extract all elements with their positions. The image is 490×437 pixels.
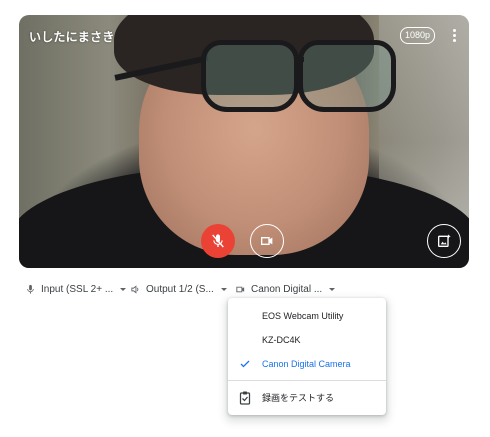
menu-item-label: EOS Webcam Utility xyxy=(262,311,344,321)
chevron-down-icon xyxy=(329,287,336,291)
menu-item-canon-digital-camera[interactable]: Canon Digital Camera xyxy=(228,352,386,376)
menu-item-eos-webcam-utility[interactable]: EOS Webcam Utility xyxy=(228,304,386,328)
resolution-badge: 1080p xyxy=(400,27,436,44)
chevron-down-icon xyxy=(220,287,227,291)
menu-item-label: Canon Digital Camera xyxy=(262,359,351,369)
camera-dropdown-menu: EOS Webcam Utility KZ-DC4K Canon Digital… xyxy=(228,298,386,415)
videocam-icon xyxy=(261,237,273,245)
audio-output-selector[interactable]: Output 1/2 (S... xyxy=(130,281,227,297)
participant-name: いしたにまさき xyxy=(29,30,115,44)
more-vert-icon[interactable] xyxy=(448,25,460,45)
audio-input-label: Input (SSL 2+ ... xyxy=(41,283,114,295)
audio-output-label: Output 1/2 (S... xyxy=(146,283,214,295)
video-preview xyxy=(19,15,469,268)
videocam-icon xyxy=(236,286,245,292)
speaker-icon xyxy=(131,284,139,294)
chevron-down-icon xyxy=(120,287,127,291)
glasses-lens-right xyxy=(298,40,396,112)
menu-divider xyxy=(228,380,386,381)
glasses-bridge xyxy=(294,57,304,62)
camera-label: Canon Digital ... xyxy=(251,283,323,295)
mic-icon xyxy=(27,284,34,294)
menu-item-kz-dc4k[interactable]: KZ-DC4K xyxy=(228,328,386,352)
audio-input-selector[interactable]: Input (SSL 2+ ... xyxy=(25,281,127,297)
test-recording-item[interactable]: 録画をテストする xyxy=(228,386,386,410)
visual-effects-icon xyxy=(438,234,451,247)
visual-effects-button[interactable] xyxy=(427,224,461,258)
camera-toggle-button[interactable] xyxy=(250,224,284,258)
camera-selector[interactable]: Canon Digital ... xyxy=(235,281,336,297)
mic-toggle-button[interactable] xyxy=(201,224,235,258)
menu-item-label: KZ-DC4K xyxy=(262,335,301,345)
glasses-lens-left xyxy=(201,40,299,112)
mic-off-icon xyxy=(212,234,224,248)
check-icon xyxy=(240,360,250,368)
test-recording-label: 録画をテストする xyxy=(262,393,335,403)
clipboard-icon xyxy=(239,391,251,405)
